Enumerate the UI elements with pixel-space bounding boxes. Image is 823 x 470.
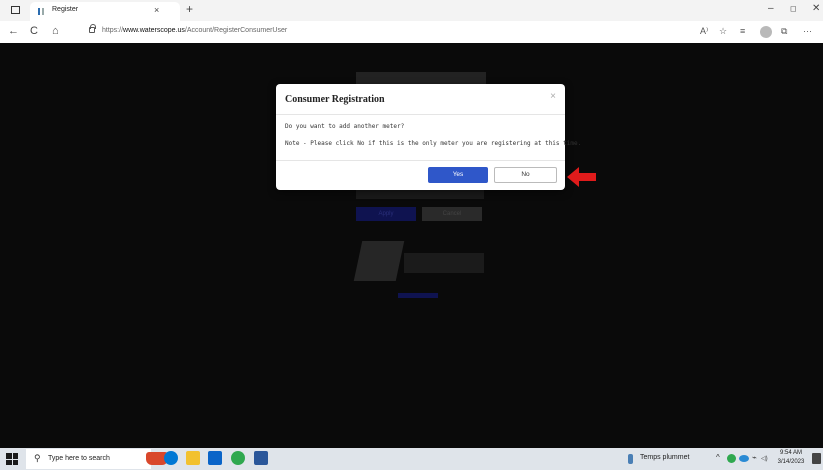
dialog-note: Note - Please click No if this is the on… <box>285 140 582 147</box>
favicon-icon <box>38 8 44 15</box>
dialog-title: Consumer Registration <box>285 94 385 105</box>
weather-icon[interactable] <box>628 454 633 464</box>
background-field <box>356 189 484 199</box>
tab-close-icon[interactable]: × <box>154 5 159 15</box>
volume-icon[interactable]: ◁) <box>761 455 768 462</box>
home-icon[interactable]: ⌂ <box>52 25 59 37</box>
dialog-footer-divider <box>276 160 565 161</box>
url-path: /Account/RegisterConsumerUser <box>184 27 288 34</box>
tray-app-icon[interactable] <box>727 454 736 463</box>
network-icon[interactable]: ⌁ <box>752 453 757 462</box>
onedrive-icon[interactable] <box>739 455 749 462</box>
chrome-icon[interactable] <box>231 451 245 465</box>
background-cancel-button: Cancel <box>422 207 482 221</box>
favorites-icon[interactable]: ≡ <box>740 26 745 36</box>
background-apply-button: Apply <box>356 207 416 221</box>
profile-icon[interactable] <box>760 26 772 38</box>
no-button[interactable]: No <box>494 167 557 183</box>
tab-register[interactable]: Register × <box>30 2 180 21</box>
notifications-icon[interactable] <box>812 453 821 464</box>
tab-actions-icon[interactable] <box>11 6 20 14</box>
minimize-icon[interactable]: – <box>768 3 774 14</box>
tray-chevron-icon[interactable]: ^ <box>716 453 720 462</box>
read-aloud-icon[interactable]: A⁾ <box>700 26 708 37</box>
search-icon: ⚲ <box>34 453 41 463</box>
dialog-question: Do you want to add another meter? <box>285 123 405 130</box>
browser-tab-bar: Register × + – ◻ ✕ <box>0 0 823 21</box>
file-explorer-icon[interactable] <box>186 451 200 465</box>
address-bar: ← C ⌂ https://www.waterscope.us/Account/… <box>0 21 823 44</box>
taskbar: ⚲ Type here to search Temps plummet ^ ⌁ … <box>0 448 823 470</box>
dialog-divider <box>276 114 565 115</box>
back-icon[interactable]: ← <box>8 25 19 37</box>
windows-start-icon[interactable] <box>6 453 18 465</box>
favorites-add-icon[interactable]: ☆ <box>719 26 727 37</box>
yes-button[interactable]: Yes <box>428 167 488 183</box>
background-link <box>398 293 438 298</box>
red-arrow-shaft <box>578 173 596 181</box>
new-tab-button[interactable]: + <box>186 2 193 16</box>
url-prefix: https:// <box>102 27 124 34</box>
refresh-icon[interactable]: C <box>30 25 38 37</box>
collections-icon[interactable]: ⧉ <box>781 26 787 37</box>
lock-icon[interactable] <box>89 24 96 33</box>
url-domain: www.waterscope.us <box>123 27 185 34</box>
clock-date[interactable]: 3/14/2023 <box>771 459 811 465</box>
consumer-registration-dialog: Consumer Registration × Do you want to a… <box>276 84 581 190</box>
url-field[interactable]: https://www.waterscope.us/Account/Regist… <box>102 27 287 34</box>
clock-time[interactable]: 9:54 AM <box>771 450 811 456</box>
maximize-icon[interactable]: ◻ <box>790 4 797 13</box>
company-logo <box>353 241 405 281</box>
outlook-icon[interactable] <box>208 451 222 465</box>
company-logo-text <box>404 253 484 273</box>
search-placeholder: Type here to search <box>48 455 110 462</box>
weather-text[interactable]: Temps plummet <box>640 454 689 461</box>
window-close-icon[interactable]: ✕ <box>812 3 820 14</box>
dialog-close-icon[interactable]: × <box>550 91 556 102</box>
taskbar-search-input[interactable]: ⚲ Type here to search <box>26 449 168 469</box>
word-icon[interactable] <box>254 451 268 465</box>
more-icon[interactable]: ··· <box>803 26 812 36</box>
tab-title: Register <box>52 6 79 13</box>
cortana-icon[interactable] <box>164 451 178 465</box>
